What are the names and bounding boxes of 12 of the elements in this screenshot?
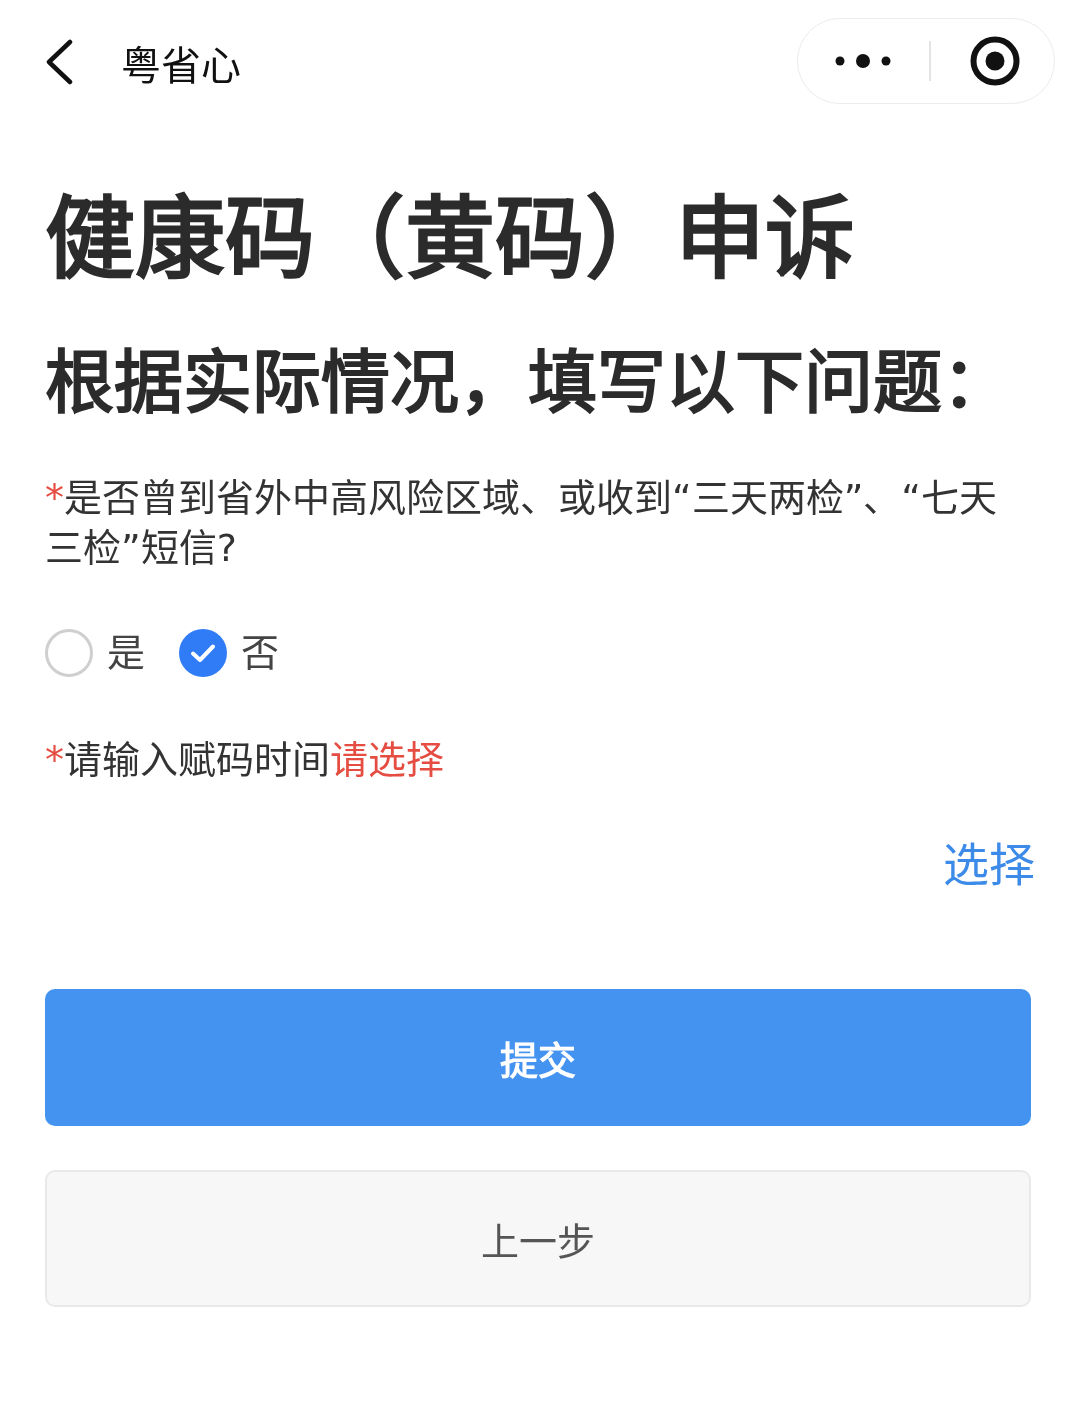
target-icon[interactable] bbox=[969, 36, 1020, 86]
question-label: *是否曾到省外中高风险区域、或收到“三天两检”、“七天三检”短信? bbox=[45, 475, 999, 572]
radio-option[interactable]: 否 bbox=[179, 629, 279, 677]
previous-step-button[interactable]: 上一步 bbox=[45, 1170, 1031, 1307]
nav-title: 粤省心 bbox=[121, 42, 241, 90]
radio-option[interactable]: 是 bbox=[45, 629, 145, 677]
back-icon[interactable] bbox=[45, 39, 73, 85]
page-title: 健康码（黄码）申诉 bbox=[45, 185, 856, 293]
picker-prompt[interactable]: 请选择 bbox=[330, 735, 444, 785]
more-icon[interactable] bbox=[835, 54, 891, 68]
question-label: *请输入赋码时间 bbox=[45, 737, 330, 784]
page-subtitle: 根据实际情况，填写以下问题： bbox=[45, 342, 1012, 425]
